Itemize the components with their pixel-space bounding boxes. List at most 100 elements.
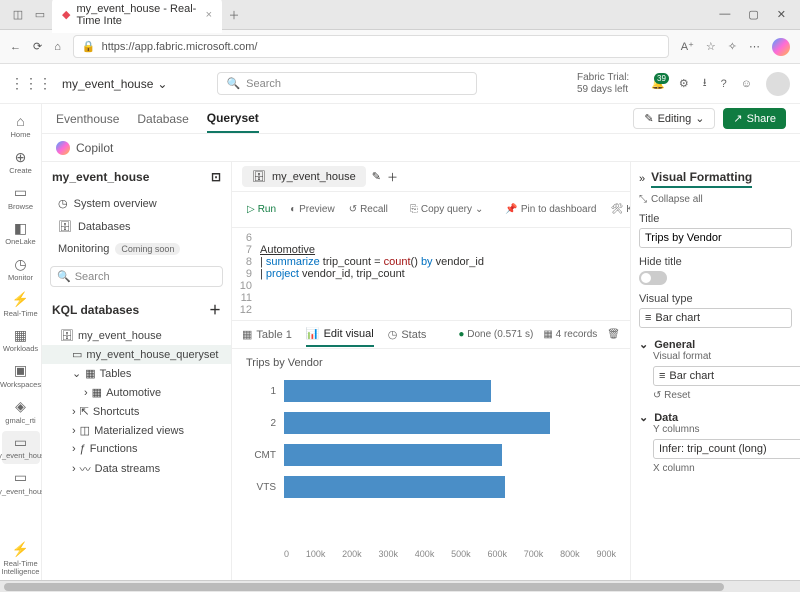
add-tab-button[interactable]: ＋ (387, 169, 398, 185)
rail-browse[interactable]: ▭Browse (2, 181, 40, 215)
browser-tab[interactable]: ◆ my_event_house - Real-Time Inte × (52, 0, 222, 33)
tree-shortcuts[interactable]: ›⇱Shortcuts (42, 402, 231, 421)
text-size-icon[interactable]: A⁺ (681, 40, 694, 53)
visual-type-select[interactable]: ≡Bar chart (639, 308, 792, 328)
queryset-icon: ▭ (72, 348, 82, 361)
tree-automotive[interactable]: ›▦Automotive (42, 383, 231, 402)
result-tab-editvisual[interactable]: 📊 Edit visual (306, 322, 374, 347)
tab-title: my_event_house - Real-Time Inte (76, 3, 199, 27)
rename-tab-button[interactable]: ✎ (372, 170, 381, 183)
gauge-icon: ◷ (58, 197, 68, 210)
rail-workloads[interactable]: ▦Workloads (2, 324, 40, 358)
tab-queryset[interactable]: Queryset (207, 105, 259, 133)
app-launcher-icon[interactable]: ⋮⋮⋮ (10, 75, 52, 92)
favorite-icon[interactable]: ☆ (706, 40, 716, 53)
ycolumns-select[interactable]: Infer: trip_count (long) (653, 439, 800, 459)
result-tab-stats[interactable]: ◷ Stats (388, 323, 427, 346)
hide-title-toggle[interactable] (639, 271, 667, 285)
rail-eventhouse-2[interactable]: ▭my_event_house (2, 466, 40, 500)
feedback-icon[interactable]: ☺ (741, 78, 752, 90)
back-button[interactable]: ← (10, 41, 21, 53)
workspace-dropdown[interactable]: my_event_house ⌄ (62, 77, 167, 91)
stream-icon: 〰 (80, 461, 91, 477)
share-button[interactable]: ↗Share (723, 108, 786, 129)
home-button[interactable]: ⌂ (54, 41, 61, 53)
rail-monitor[interactable]: ◷Monitor (2, 253, 40, 287)
recall-button[interactable]: ↺ Recall (344, 202, 393, 217)
copy-query-button[interactable]: ⎘ Copy query ⌄ (405, 202, 489, 217)
rail-workspaces[interactable]: ▣Workspaces (2, 359, 40, 393)
maximize-button[interactable]: ▢ (748, 8, 758, 21)
rail-rti[interactable]: ⚡Real-Time Intelligence (2, 538, 40, 580)
general-section[interactable]: ⌄General (639, 338, 792, 351)
chevron-right-icon: › (84, 387, 88, 399)
tree-tables[interactable]: ⌄▦Tables (42, 364, 231, 383)
tree-matviews[interactable]: ›◫Materialized views (42, 421, 231, 440)
collapse-all[interactable]: ⤡ Collapse all (639, 194, 792, 205)
function-icon: ƒ (80, 443, 86, 455)
rail-create[interactable]: ⊕Create (2, 146, 40, 180)
tab-database[interactable]: Database (137, 106, 188, 132)
editing-dropdown[interactable]: ✎Editing⌄ (633, 108, 715, 129)
collections-icon[interactable]: ✧ (728, 40, 737, 53)
rail-onelake[interactable]: ◧OneLake (2, 217, 40, 251)
tree-queryset[interactable]: ▭my_event_house_queryset (42, 345, 231, 364)
rail-gmalc[interactable]: ◈gmalc_rti (2, 395, 40, 429)
chevron-down-icon: ⌄ (639, 411, 648, 424)
chevron-right-icon[interactable]: » (639, 173, 645, 185)
rail-home[interactable]: ⌂Home (2, 110, 40, 144)
more-icon[interactable]: ⋯ (749, 40, 760, 53)
tree-db[interactable]: 🗄my_event_house (42, 326, 231, 345)
kql-tools-button[interactable]: 🛠 KQL Tools ⌄ (605, 202, 630, 217)
rail-eventhouse-1[interactable]: ▭my_event_house (2, 431, 40, 465)
url-input[interactable]: 🔒 https://app.fabric.microsoft.com/ (73, 35, 669, 58)
databases-item[interactable]: 🗄Databases (42, 215, 231, 238)
preview-button[interactable]: ◐ Preview (285, 202, 340, 217)
global-search-input[interactable]: 🔍 Search (217, 72, 477, 95)
delete-icon[interactable]: 🗑 (607, 329, 620, 340)
download-icon[interactable]: ⭳ (703, 74, 707, 93)
notifications-icon[interactable]: 🔔39 (651, 77, 665, 90)
data-section[interactable]: ⌄Data (639, 411, 792, 424)
minimize-button[interactable]: — (719, 8, 730, 21)
search-icon: 🔍 (57, 270, 71, 283)
query-tab[interactable]: 🗄my_event_house (242, 166, 366, 187)
run-button[interactable]: ▷ Run (242, 202, 281, 217)
copilot-bar[interactable]: Copilot (42, 134, 800, 162)
result-tab-table[interactable]: ▦ Table 1 (242, 323, 292, 346)
help-icon[interactable]: ? (721, 78, 727, 90)
code-editor[interactable]: 6 7Automotive 8| summarize trip_count = … (232, 228, 630, 321)
visual-format-select[interactable]: ≡Bar chart (653, 366, 800, 386)
settings-icon[interactable]: ⚙ (679, 77, 689, 90)
copilot-icon[interactable] (772, 38, 790, 56)
system-overview[interactable]: ◷System overview (42, 192, 231, 215)
visual-formatting-pane: »Visual Formatting ⤡ Collapse all Title … (630, 162, 800, 580)
lock-icon: 🔒 (82, 40, 96, 53)
rail-realtime[interactable]: ⚡Real-Time (2, 288, 40, 322)
horizontal-scrollbar[interactable] (0, 580, 800, 592)
shortcut-icon: ⇱ (80, 405, 89, 418)
add-database-button[interactable]: ＋ (209, 301, 221, 318)
tree-streams[interactable]: ›〰Data streams (42, 458, 231, 480)
tab-close-icon[interactable]: × (206, 9, 212, 21)
fabric-favicon-icon: ◆ (62, 8, 70, 21)
reset-button[interactable]: ↺ Reset (653, 390, 792, 401)
pin-icon[interactable]: ⊡ (211, 170, 221, 184)
user-avatar[interactable] (766, 72, 790, 96)
new-tab-button[interactable]: ＋ (224, 5, 244, 25)
search-icon: 🔍 (226, 77, 240, 90)
explorer-search[interactable]: 🔍Search (50, 266, 223, 287)
tab-strip-icon: ▭ (30, 5, 50, 25)
x-axis: 0100k200k300k400k500k600k700k800k900k (284, 549, 616, 559)
nav-rail: ⌂Home ⊕Create ▭Browse ◧OneLake ◷Monitor … (0, 104, 42, 580)
tab-eventhouse[interactable]: Eventhouse (56, 106, 119, 132)
query-area: 🗄my_event_house ✎ ＋ ▷ Run ◐ Preview ↺ Re… (232, 162, 630, 580)
pin-dashboard-button[interactable]: 📌 Pin to dashboard (500, 202, 601, 217)
refresh-button[interactable]: ⟳ (33, 40, 42, 53)
close-window-button[interactable]: ✕ (777, 8, 786, 21)
url-text: https://app.fabric.microsoft.com/ (102, 41, 258, 53)
monitoring-item[interactable]: MonitoringComing soon (42, 238, 231, 260)
title-input[interactable] (639, 228, 792, 248)
tree-functions[interactable]: ›ƒFunctions (42, 440, 231, 458)
window-controls: — ▢ ✕ (705, 8, 800, 21)
